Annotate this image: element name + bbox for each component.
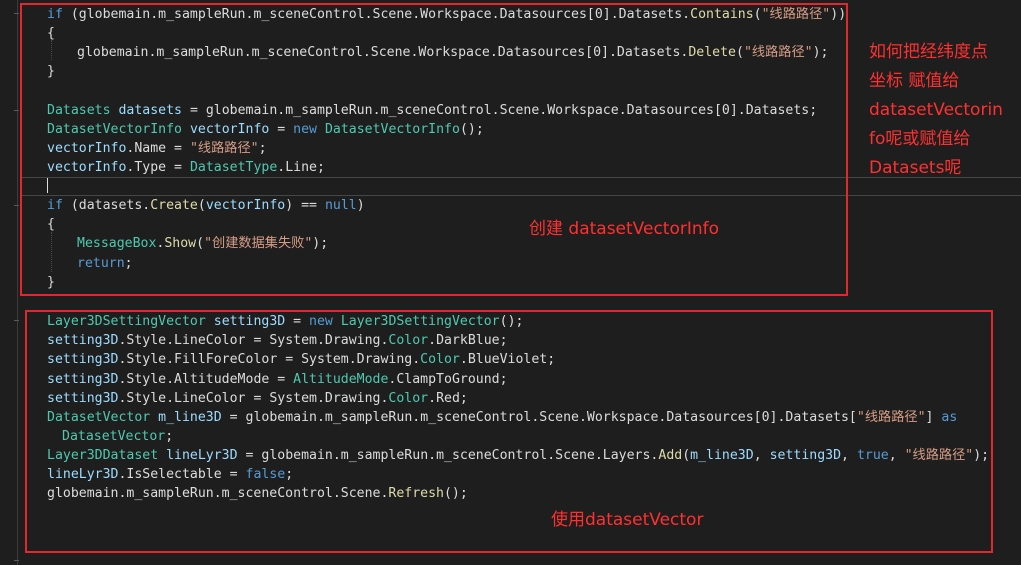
gutter-line xyxy=(17,0,18,565)
outline-tick xyxy=(14,13,19,14)
annotation-line: datasetVectorin xyxy=(869,100,1003,120)
outline-tick xyxy=(14,205,19,206)
annotation-line: 坐标 赋值给 xyxy=(869,71,960,91)
annotation-line: 如何把经纬度点 xyxy=(869,42,988,62)
outline-tick xyxy=(14,110,19,111)
annotation-box-create xyxy=(20,3,848,296)
annotation-box-use xyxy=(25,310,993,553)
annotation-question: 如何把经纬度点 坐标 赋值给 datasetVectorin fo呢或赋值给 D… xyxy=(869,38,1003,183)
annotation-line: Datasets呢 xyxy=(869,158,962,178)
annotation-line: fo呢或赋值给 xyxy=(869,129,971,149)
annotation-create-label: 创建 datasetVectorInfo xyxy=(529,219,720,239)
annotation-use-label: 使用datasetVector xyxy=(551,510,704,530)
outline-tick xyxy=(14,320,19,321)
outline-tick xyxy=(14,560,19,561)
code-editor[interactable]: if (globemain.m_sampleRun.m_sceneControl… xyxy=(0,0,1021,565)
